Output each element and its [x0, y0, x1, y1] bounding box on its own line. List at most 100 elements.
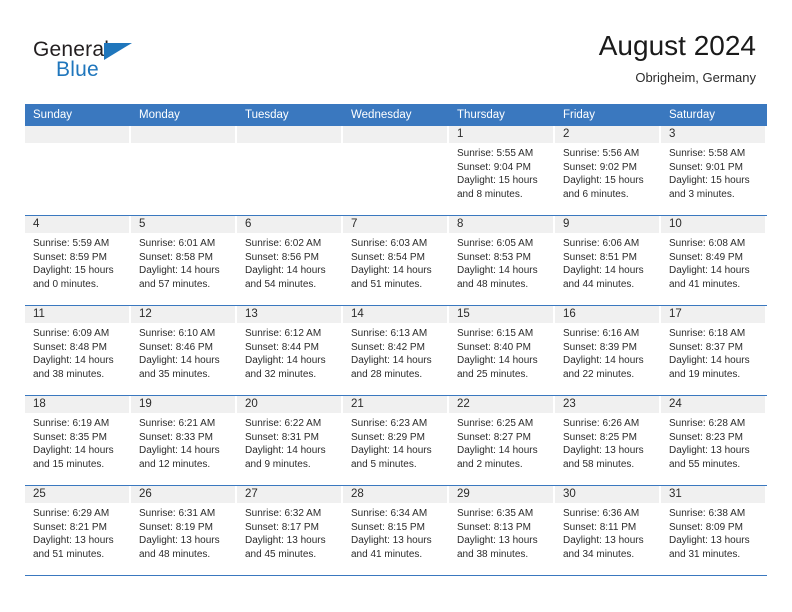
day-number: 11 [25, 306, 131, 323]
title-block: August 2024 Obrigheim, Germany [599, 29, 756, 87]
calendar-day-cell[interactable]: 7 Sunrise: 6:03 AM Sunset: 8:54 PM Daylight… [343, 216, 449, 305]
day-details: Sunrise: 6:29 AM Sunset: 8:21 PM Daylight:… [25, 503, 131, 561]
calendar-day-cell[interactable]: 25 Sunrise: 6:29 AM Sunset: 8:21 PM Dayligh… [25, 486, 131, 575]
sunset-text: Sunset: 8:25 PM [563, 431, 637, 443]
calendar-day-cell[interactable]: 12 Sunrise: 6:10 AM Sunset: 8:46 PM Dayligh… [131, 306, 237, 395]
calendar-day-cell[interactable]: 19 Sunrise: 6:21 AM Sunset: 8:33 PM Dayligh… [131, 396, 237, 485]
day-details: Sunrise: 6:09 AM Sunset: 8:48 PM Daylight:… [25, 323, 131, 381]
calendar-day-cell[interactable]: 5 Sunrise: 6:01 AM Sunset: 8:58 PM Daylight… [131, 216, 237, 305]
day-details: Sunrise: 6:06 AM Sunset: 8:51 PM Daylight:… [555, 233, 661, 291]
sunrise-text: Sunrise: 6:35 AM [457, 508, 534, 519]
sunrise-text: Sunrise: 6:29 AM [33, 508, 110, 519]
day-number: 24 [661, 396, 767, 413]
calendar-day-cell[interactable]: 20 Sunrise: 6:22 AM Sunset: 8:31 PM Dayligh… [237, 396, 343, 485]
calendar-day-cell[interactable]: 1 Sunrise: 5:55 AM Sunset: 9:04 PM Daylight… [449, 126, 555, 215]
day-details: Sunrise: 6:28 AM Sunset: 8:23 PM Daylight:… [661, 413, 767, 471]
calendar-week-row: 18 Sunrise: 6:19 AM Sunset: 8:35 PM Dayligh… [25, 396, 767, 486]
sunrise-text: Sunrise: 6:32 AM [245, 508, 322, 519]
calendar-day-cell[interactable]: 22 Sunrise: 6:25 AM Sunset: 8:27 PM Dayligh… [449, 396, 555, 485]
sunrise-text: Sunrise: 6:26 AM [563, 418, 640, 429]
sunrise-text: Sunrise: 6:03 AM [351, 238, 428, 249]
day-details: Sunrise: 6:38 AM Sunset: 8:09 PM Daylight:… [661, 503, 767, 561]
sunset-text: Sunset: 8:42 PM [351, 341, 425, 353]
day-details: Sunrise: 6:21 AM Sunset: 8:33 PM Daylight:… [131, 413, 237, 471]
sunset-text: Sunset: 8:13 PM [457, 521, 531, 533]
weekday-header-monday: Monday [139, 109, 180, 121]
calendar-day-cell[interactable]: 16 Sunrise: 6:16 AM Sunset: 8:39 PM Dayligh… [555, 306, 661, 395]
daylight-text: Daylight: 13 hours and 58 minutes. [563, 445, 644, 470]
sunset-text: Sunset: 9:04 PM [457, 161, 531, 173]
day-details: Sunrise: 5:59 AM Sunset: 8:59 PM Daylight:… [25, 233, 131, 291]
calendar-day-cell[interactable]: 18 Sunrise: 6:19 AM Sunset: 8:35 PM Dayligh… [25, 396, 131, 485]
calendar-day-cell[interactable]: 21 Sunrise: 6:23 AM Sunset: 8:29 PM Dayligh… [343, 396, 449, 485]
day-details: Sunrise: 6:32 AM Sunset: 8:17 PM Daylight:… [237, 503, 343, 561]
calendar-day-cell[interactable]: 9 Sunrise: 6:06 AM Sunset: 8:51 PM Daylight… [555, 216, 661, 305]
sunrise-text: Sunrise: 6:01 AM [139, 238, 216, 249]
calendar-day-cell[interactable]: 10 Sunrise: 6:08 AM Sunset: 8:49 PM Dayligh… [661, 216, 767, 305]
sunset-text: Sunset: 8:15 PM [351, 521, 425, 533]
calendar-day-cell-empty [131, 126, 237, 215]
calendar-day-cell[interactable]: 3 Sunrise: 5:58 AM Sunset: 9:01 PM Daylight… [661, 126, 767, 215]
calendar-day-cell[interactable]: 4 Sunrise: 5:59 AM Sunset: 8:59 PM Daylight… [25, 216, 131, 305]
calendar-day-cell[interactable]: 26 Sunrise: 6:31 AM Sunset: 8:19 PM Dayligh… [131, 486, 237, 575]
calendar-day-cell[interactable]: 31 Sunrise: 6:38 AM Sunset: 8:09 PM Dayligh… [661, 486, 767, 575]
daylight-text: Daylight: 15 hours and 6 minutes. [563, 175, 644, 200]
calendar-day-cell[interactable]: 6 Sunrise: 6:02 AM Sunset: 8:56 PM Daylight… [237, 216, 343, 305]
day-number: 4 [25, 216, 131, 233]
day-details: Sunrise: 6:01 AM Sunset: 8:58 PM Daylight:… [131, 233, 237, 291]
sunrise-text: Sunrise: 6:34 AM [351, 508, 428, 519]
calendar-day-cell[interactable]: 28 Sunrise: 6:34 AM Sunset: 8:15 PM Dayligh… [343, 486, 449, 575]
day-details: Sunrise: 6:05 AM Sunset: 8:53 PM Daylight:… [449, 233, 555, 291]
calendar-page: General Blue August 2024 Obrigheim, Germ… [0, 0, 792, 612]
day-details: Sunrise: 6:15 AM Sunset: 8:40 PM Daylight:… [449, 323, 555, 381]
day-details: Sunrise: 6:31 AM Sunset: 8:19 PM Daylight:… [131, 503, 237, 561]
sunset-text: Sunset: 8:31 PM [245, 431, 319, 443]
sunrise-text: Sunrise: 6:05 AM [457, 238, 534, 249]
day-details: Sunrise: 5:55 AM Sunset: 9:04 PM Daylight:… [449, 143, 555, 201]
calendar-day-cell[interactable]: 30 Sunrise: 6:36 AM Sunset: 8:11 PM Dayligh… [555, 486, 661, 575]
calendar-grid: Sunday Monday Tuesday Wednesday Thursday Frid… [25, 104, 767, 576]
day-number: 1 [449, 126, 555, 143]
sunrise-text: Sunrise: 5:58 AM [669, 148, 746, 159]
calendar-day-cell[interactable]: 24 Sunrise: 6:28 AM Sunset: 8:23 PM Dayligh… [661, 396, 767, 485]
sunset-text: Sunset: 8:29 PM [351, 431, 425, 443]
calendar-week-row: 25 Sunrise: 6:29 AM Sunset: 8:21 PM Dayligh… [25, 486, 767, 576]
calendar-day-cell[interactable]: 2 Sunrise: 5:56 AM Sunset: 9:02 PM Daylight… [555, 126, 661, 215]
day-details: Sunrise: 6:25 AM Sunset: 8:27 PM Daylight:… [449, 413, 555, 471]
day-number [343, 126, 449, 143]
sunrise-text: Sunrise: 6:06 AM [563, 238, 640, 249]
day-number [131, 126, 237, 143]
sunrise-text: Sunrise: 5:55 AM [457, 148, 534, 159]
sunrise-text: Sunrise: 6:21 AM [139, 418, 216, 429]
day-number: 8 [449, 216, 555, 233]
calendar-day-cell[interactable]: 14 Sunrise: 6:13 AM Sunset: 8:42 PM Dayligh… [343, 306, 449, 395]
day-number: 15 [449, 306, 555, 323]
brand-logo[interactable]: General Blue [33, 38, 163, 86]
daylight-text: Daylight: 14 hours and 32 minutes. [245, 355, 326, 380]
calendar-day-cell[interactable]: 29 Sunrise: 6:35 AM Sunset: 8:13 PM Dayligh… [449, 486, 555, 575]
sunrise-text: Sunrise: 6:28 AM [669, 418, 746, 429]
daylight-text: Daylight: 13 hours and 41 minutes. [351, 535, 432, 560]
sunset-text: Sunset: 8:48 PM [33, 341, 107, 353]
daylight-text: Daylight: 14 hours and 48 minutes. [457, 265, 538, 290]
sunset-text: Sunset: 8:33 PM [139, 431, 213, 443]
calendar-day-cell[interactable]: 11 Sunrise: 6:09 AM Sunset: 8:48 PM Dayligh… [25, 306, 131, 395]
calendar-day-cell[interactable]: 23 Sunrise: 6:26 AM Sunset: 8:25 PM Dayligh… [555, 396, 661, 485]
daylight-text: Daylight: 14 hours and 5 minutes. [351, 445, 432, 470]
calendar-day-cell[interactable]: 8 Sunrise: 6:05 AM Sunset: 8:53 PM Daylight… [449, 216, 555, 305]
brand-triangle-icon [104, 43, 132, 60]
daylight-text: Daylight: 14 hours and 15 minutes. [33, 445, 114, 470]
sunset-text: Sunset: 8:17 PM [245, 521, 319, 533]
calendar-day-cell[interactable]: 17 Sunrise: 6:18 AM Sunset: 8:37 PM Dayligh… [661, 306, 767, 395]
calendar-day-cell[interactable]: 15 Sunrise: 6:15 AM Sunset: 8:40 PM Dayligh… [449, 306, 555, 395]
sunrise-text: Sunrise: 6:15 AM [457, 328, 534, 339]
daylight-text: Daylight: 14 hours and 9 minutes. [245, 445, 326, 470]
calendar-day-cell[interactable]: 13 Sunrise: 6:12 AM Sunset: 8:44 PM Dayligh… [237, 306, 343, 395]
calendar-day-cell[interactable]: 27 Sunrise: 6:32 AM Sunset: 8:17 PM Dayligh… [237, 486, 343, 575]
page-header: General Blue August 2024 Obrigheim, Germ… [0, 0, 792, 104]
day-details: Sunrise: 6:36 AM Sunset: 8:11 PM Daylight:… [555, 503, 661, 561]
calendar-body: 1 Sunrise: 5:55 AM Sunset: 9:04 PM Daylight… [25, 126, 767, 576]
day-details: Sunrise: 6:10 AM Sunset: 8:46 PM Daylight:… [131, 323, 237, 381]
day-number: 13 [237, 306, 343, 323]
sunrise-text: Sunrise: 5:56 AM [563, 148, 640, 159]
